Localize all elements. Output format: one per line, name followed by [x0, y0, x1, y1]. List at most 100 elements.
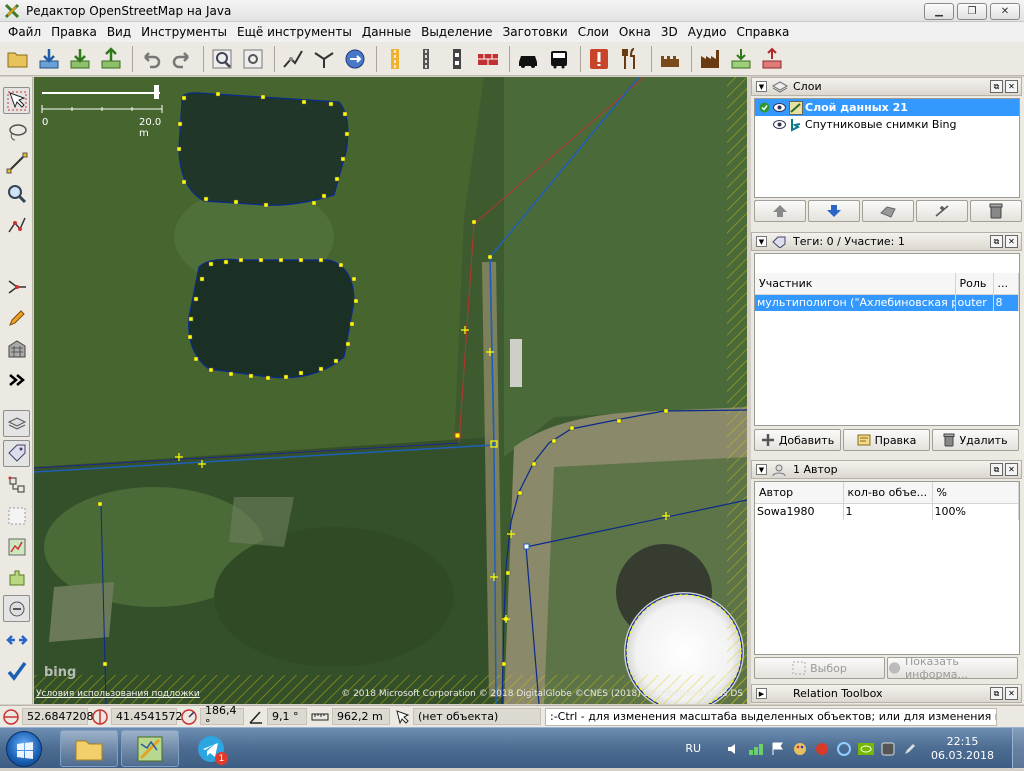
collapse-icon[interactable]: ▼	[756, 464, 767, 475]
upload-button[interactable]	[97, 45, 125, 73]
checkmark-toggle[interactable]	[3, 657, 30, 684]
menu-audio[interactable]: Аудио	[683, 25, 732, 39]
detach-icon[interactable]: ⧉	[990, 463, 1003, 476]
language-indicator[interactable]: RU	[685, 742, 701, 755]
table-row[interactable]: Sowa1980 1 100%	[755, 503, 1019, 520]
lasso-tool[interactable]	[3, 118, 30, 145]
more-tools-button[interactable]	[3, 366, 30, 393]
menu-presets[interactable]: Заготовки	[498, 25, 573, 39]
taskbar-josm[interactable]	[121, 730, 179, 767]
substation-preset-button[interactable]	[727, 45, 755, 73]
app-tray-icon[interactable]	[880, 741, 896, 757]
close-button[interactable]: ✕	[990, 3, 1020, 20]
draw-pencil-tool[interactable]	[3, 304, 30, 331]
select-author-button[interactable]: Выбор	[754, 657, 885, 679]
redo-button[interactable]	[168, 45, 196, 73]
column-header-role[interactable]: Роль	[955, 273, 994, 295]
security-icon[interactable]	[814, 741, 830, 757]
conflict-toggle[interactable]	[3, 595, 30, 622]
show-desktop-button[interactable]	[1012, 728, 1024, 769]
delete-tag-button[interactable]: Удалить	[932, 429, 1019, 451]
menu-more-tools[interactable]: Ещё инструменты	[232, 25, 357, 39]
menu-file[interactable]: Файл	[3, 25, 46, 39]
detach-icon[interactable]: ⧉	[990, 235, 1003, 248]
reverse-button[interactable]	[341, 45, 369, 73]
layers-panel-header[interactable]: ▼ Слои ⧉ ✕	[751, 77, 1022, 96]
restaurant-preset-button[interactable]	[616, 45, 644, 73]
preferences-button[interactable]	[239, 45, 267, 73]
layer-item[interactable]: Слой данных 21	[755, 99, 1019, 116]
column-header-percent[interactable]: %	[932, 482, 1019, 504]
close-panel-icon[interactable]: ✕	[1005, 80, 1018, 93]
minimize-button[interactable]: ▁	[924, 3, 954, 20]
move-layer-up-button[interactable]	[754, 200, 806, 222]
road-preset-button[interactable]	[381, 45, 409, 73]
zoom-data-button[interactable]	[208, 45, 236, 73]
close-panel-icon[interactable]: ✕	[1005, 463, 1018, 476]
palette-icon[interactable]	[792, 741, 808, 757]
table-row[interactable]: мультиполигон ("Ахлебиновская ро... oute…	[755, 294, 1019, 311]
draw-tool[interactable]	[3, 149, 30, 176]
clock[interactable]: 22:15 06.03.2018	[931, 735, 994, 763]
add-tag-button[interactable]: Добавить	[754, 429, 841, 451]
layers-toggle[interactable]	[3, 410, 30, 437]
edit-tag-button[interactable]: Правка	[843, 429, 930, 451]
download-button[interactable]	[35, 45, 63, 73]
detach-icon[interactable]: ⧉	[990, 687, 1003, 700]
layer-item[interactable]: Спутниковые снимки Bing	[755, 116, 1019, 133]
map-view[interactable]: 0 20.0 m bing Условия использования подл…	[34, 77, 747, 704]
detach-icon[interactable]: ⧉	[990, 80, 1003, 93]
undo-button[interactable]	[137, 45, 165, 73]
bus-preset-button[interactable]	[545, 45, 573, 73]
layer-visibility-button[interactable]	[916, 200, 968, 222]
building-tool[interactable]	[3, 335, 30, 362]
visibility-eye-icon[interactable]	[771, 103, 787, 112]
menu-layers[interactable]: Слои	[573, 25, 614, 39]
flag-icon[interactable]	[770, 741, 786, 757]
industrial-preset-button[interactable]	[696, 45, 724, 73]
move-layer-down-button[interactable]	[808, 200, 860, 222]
validator-toggle[interactable]	[3, 626, 30, 653]
menu-help[interactable]: Справка	[731, 25, 794, 39]
menu-windows[interactable]: Окна	[614, 25, 656, 39]
delete-tool[interactable]	[3, 211, 30, 238]
car-preset-button[interactable]	[514, 45, 542, 73]
parallel-tool[interactable]	[3, 273, 30, 300]
warning-preset-button[interactable]	[585, 45, 613, 73]
visibility-eye-icon[interactable]	[771, 120, 787, 129]
authors-panel-header[interactable]: ▼ 1 Автор ⧉ ✕	[751, 460, 1022, 479]
show-author-info-button[interactable]: Показать информа...	[887, 655, 1018, 681]
delete-layer-button[interactable]	[970, 200, 1022, 222]
railway-preset-button[interactable]	[412, 45, 440, 73]
menu-3d[interactable]: 3D	[656, 25, 683, 39]
network-icon[interactable]	[748, 741, 764, 757]
barrier-preset-button[interactable]	[443, 45, 471, 73]
collapse-icon[interactable]: ▼	[756, 236, 767, 247]
open-button[interactable]	[4, 45, 32, 73]
merge-layer-button[interactable]	[862, 200, 914, 222]
shop-preset-button[interactable]	[758, 45, 786, 73]
relation-toggle[interactable]	[3, 471, 30, 498]
select-tool[interactable]	[3, 87, 30, 114]
tags-panel-header[interactable]: ▼ Теги: 0 / Участие: 1 ⧉ ✕	[751, 232, 1022, 251]
close-panel-icon[interactable]: ✕	[1005, 235, 1018, 248]
zoom-tool[interactable]	[3, 180, 30, 207]
menu-edit[interactable]: Правка	[46, 25, 102, 39]
menu-data[interactable]: Данные	[357, 25, 416, 39]
nvidia-icon[interactable]	[858, 741, 875, 757]
expand-icon[interactable]: ▶	[756, 688, 767, 699]
start-button[interactable]	[6, 731, 42, 767]
column-header-member[interactable]: Участник	[755, 273, 956, 295]
taskbar-telegram[interactable]: 1	[182, 730, 240, 767]
taskbar-explorer[interactable]	[60, 730, 118, 767]
imagery-terms-link[interactable]: Условия использования подложки	[36, 689, 200, 699]
relation-toolbox-header[interactable]: ▶ Relation Toolbox ⧉ ✕	[751, 684, 1022, 703]
pen-tray-icon[interactable]	[902, 741, 918, 757]
sync-icon[interactable]	[836, 741, 852, 757]
collapse-icon[interactable]: ▼	[756, 81, 767, 92]
combine-way-button[interactable]	[310, 45, 338, 73]
wall-preset-button[interactable]	[474, 45, 502, 73]
close-panel-icon[interactable]: ✕	[1005, 687, 1018, 700]
map-paint-toggle[interactable]	[3, 533, 30, 560]
column-header-count[interactable]: кол-во объе...	[843, 482, 933, 504]
